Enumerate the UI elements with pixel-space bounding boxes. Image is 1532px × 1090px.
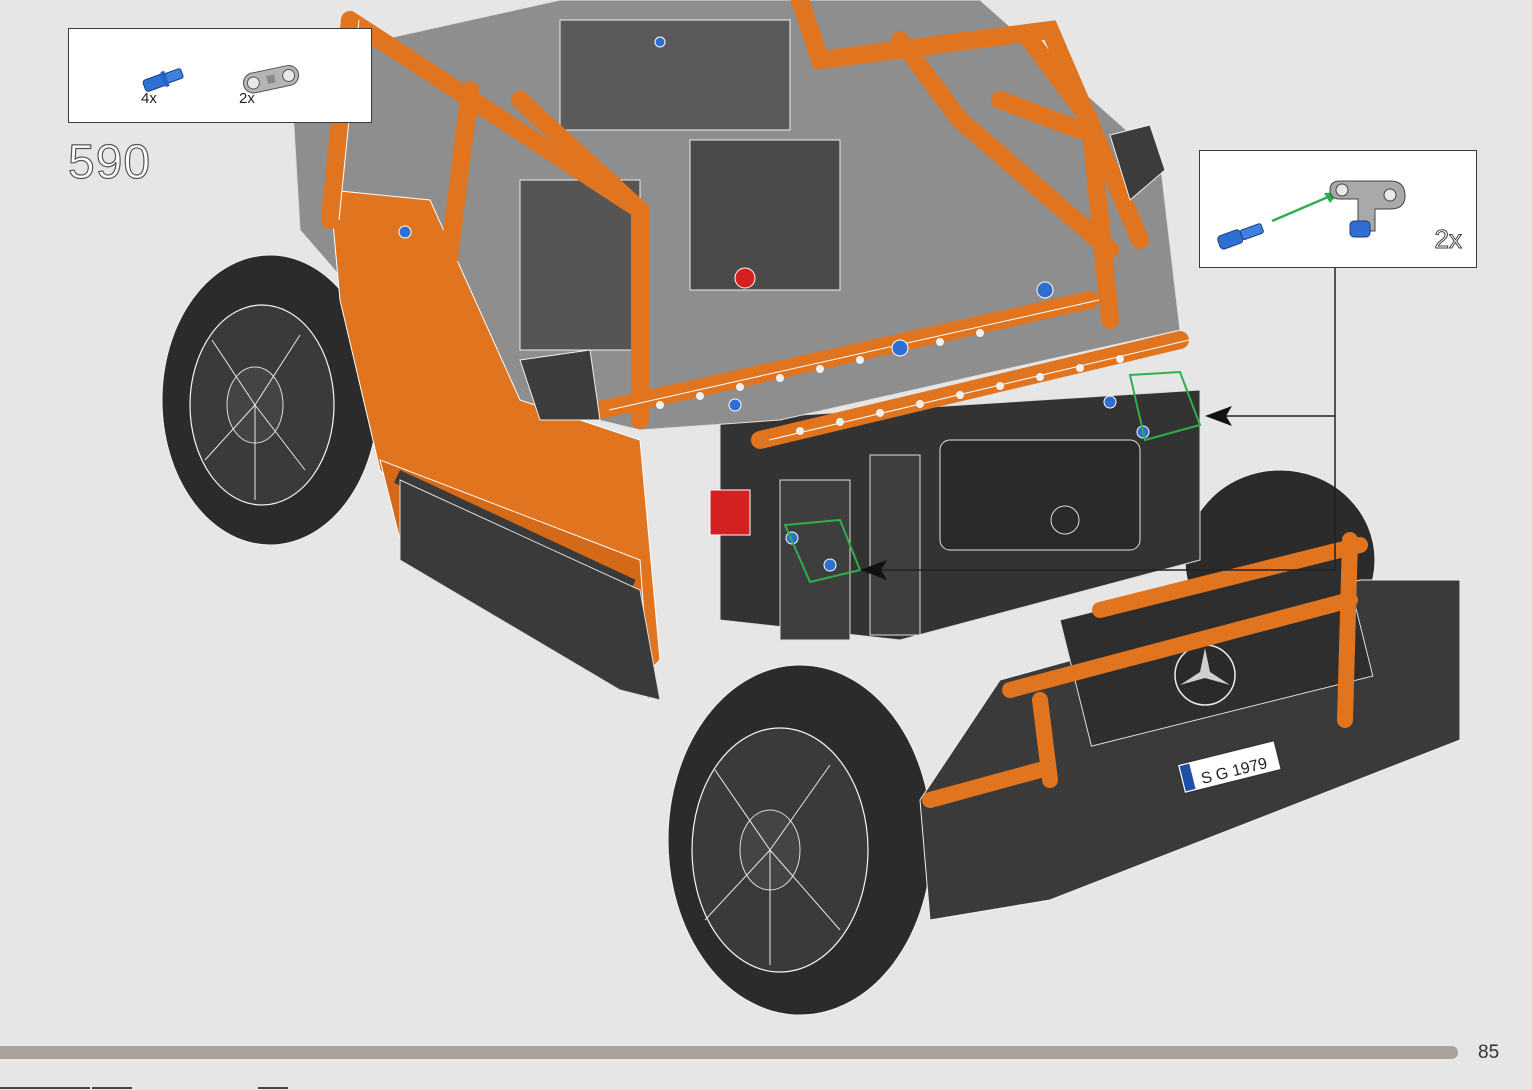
footer-marks — [0, 1087, 288, 1089]
page-number: 85 — [1478, 1042, 1500, 1063]
sub-assembly-callout: 2x — [1199, 150, 1477, 268]
progress-bar — [0, 1046, 1458, 1059]
red-connector — [709, 489, 751, 536]
blue-axle-pin-icon — [1217, 223, 1264, 250]
red-connector-small — [734, 267, 756, 289]
sub-assembly-qty: 2x — [1434, 224, 1462, 255]
step-number: 590 — [67, 135, 152, 189]
part-gray-connector — [237, 59, 307, 119]
gray-angled-connector-icon — [1329, 180, 1406, 238]
part-qty-1: 4x — [141, 90, 157, 107]
assembly-arrow — [1271, 195, 1329, 223]
parts-list-box: 4x 2x — [68, 28, 372, 123]
part-qty-2: 2x — [239, 90, 255, 107]
part-blue-axle-pin — [135, 59, 205, 119]
front-tire — [667, 664, 933, 1016]
